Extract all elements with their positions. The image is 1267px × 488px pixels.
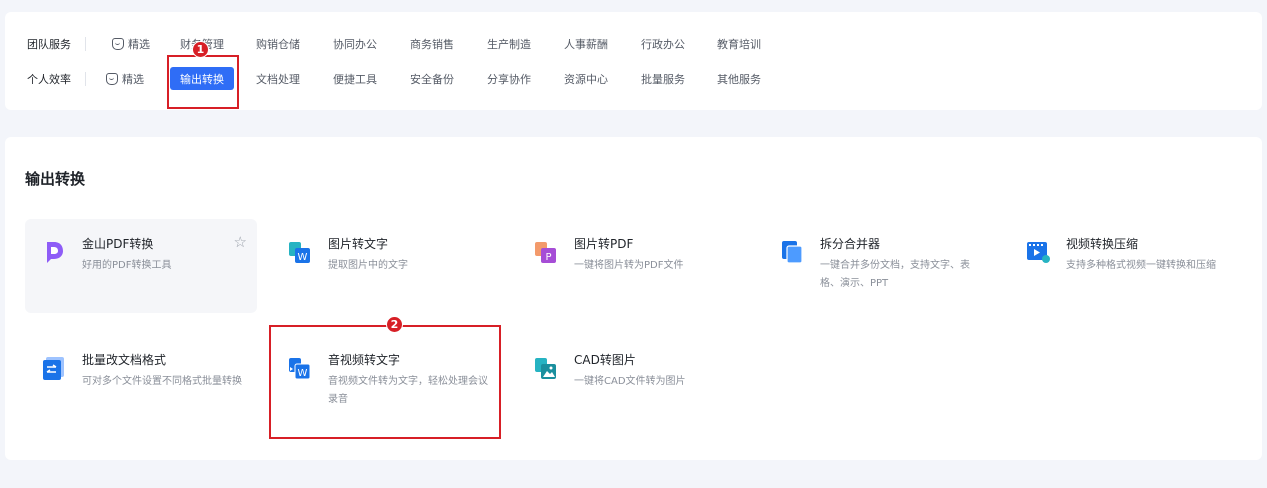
category-nav-card: 团队服务 精选 财务管理 购销仓储 协同办公 商务销售 生产制造 人事薪酬 行政…: [5, 12, 1262, 110]
tool-name: 视频转换压缩: [1066, 237, 1139, 251]
personal-efficiency-label: 个人效率: [27, 73, 71, 86]
tool-card-kingsoft-pdf[interactable]: 金山PDF转换 好用的PDF转换工具 ☆: [25, 219, 257, 313]
row-divider: [85, 72, 86, 86]
nav-output-convert[interactable]: 输出转换: [170, 67, 234, 90]
annotation-badge-2: 2: [386, 316, 403, 333]
favorite-star-icon[interactable]: ☆: [234, 233, 247, 251]
tool-card-split-merge[interactable]: 拆分合并器 一键合并多份文档，支持文字、表格、演示、PPT: [763, 219, 995, 313]
cad-to-image-icon: [535, 358, 556, 379]
tool-name: 批量改文档格式: [82, 353, 167, 367]
personal-efficiency-row: 个人效率 精选 输出转换 文档处理 便捷工具 安全备份 分享协作 资源中心 批量…: [5, 67, 1262, 91]
nav-team-featured-label: 精选: [128, 38, 150, 51]
nav-share-collab[interactable]: 分享协作: [487, 71, 531, 87]
nav-convenient-tools[interactable]: 便捷工具: [333, 71, 377, 87]
row-divider: [85, 37, 86, 51]
nav-resource-center[interactable]: 资源中心: [564, 71, 608, 87]
tool-name: 金山PDF转换: [82, 237, 154, 251]
tool-desc: 支持多种格式视频一键转换和压缩: [1066, 260, 1216, 271]
tool-name: 图片转PDF: [574, 237, 634, 251]
tool-card-batch-format[interactable]: 批量改文档格式 可对多个文件设置不同格式批量转换: [25, 335, 257, 429]
nav-collaboration[interactable]: 协同办公: [333, 36, 377, 52]
annotation-badge-1: 1: [192, 41, 209, 58]
tool-desc: 提取图片中的文字: [328, 260, 408, 271]
tool-name: 拆分合并器: [820, 237, 881, 251]
tool-desc: 好用的PDF转换工具: [82, 260, 172, 271]
nav-administration[interactable]: 行政办公: [641, 36, 685, 52]
tool-name: CAD转图片: [574, 353, 636, 367]
section-title: 输出转换: [25, 170, 86, 188]
batch-format-icon: [43, 357, 64, 380]
tool-card-video-convert[interactable]: 视频转换压缩 支持多种格式视频一键转换和压缩: [1009, 219, 1241, 313]
svg-text:W: W: [298, 252, 308, 263]
nav-personal-featured-label: 精选: [122, 73, 144, 86]
video-convert-icon: [1027, 242, 1050, 263]
nav-security-backup[interactable]: 安全备份: [410, 71, 454, 87]
output-convert-section: 输出转换 金山PDF转换 好用的PDF转换工具 ☆ W 图片转文字 提取图片中的…: [5, 137, 1262, 460]
nav-personal-featured[interactable]: 精选: [106, 71, 144, 87]
tool-desc: 可对多个文件设置不同格式批量转换: [82, 376, 242, 387]
tool-name: 音视频转文字: [328, 353, 401, 367]
nav-hr-payroll[interactable]: 人事薪酬: [564, 36, 608, 52]
tool-desc: 音视频文件转为文字，轻松处理会议录音: [328, 376, 488, 405]
audio-video-to-text-icon: W: [289, 358, 311, 380]
nav-batch-service[interactable]: 批量服务: [641, 71, 685, 87]
nav-team-featured[interactable]: 精选: [112, 36, 150, 52]
nav-manufacturing[interactable]: 生产制造: [487, 36, 531, 52]
tool-card-audio-video-to-text[interactable]: W 音视频转文字 音视频文件转为文字，轻松处理会议录音: [271, 335, 503, 429]
nav-purchase-storage[interactable]: 购销仓储: [256, 36, 300, 52]
tool-card-image-to-text[interactable]: W 图片转文字 提取图片中的文字: [271, 219, 503, 313]
tool-desc: 一键将图片转为PDF文件: [574, 260, 684, 271]
shopping-bag-icon: [106, 73, 118, 85]
kingsoft-pdf-icon: [47, 242, 63, 263]
split-merge-icon: [782, 241, 803, 264]
nav-other-services[interactable]: 其他服务: [717, 71, 761, 87]
team-services-label: 团队服务: [27, 38, 71, 51]
nav-doc-processing[interactable]: 文档处理: [256, 71, 300, 87]
tool-desc: 一键合并多份文档，支持文字、表格、演示、PPT: [820, 260, 970, 289]
tool-card-cad-to-image[interactable]: CAD转图片 一键将CAD文件转为图片: [517, 335, 749, 429]
svg-text:W: W: [298, 368, 308, 379]
tool-name: 图片转文字: [328, 237, 389, 251]
image-to-pdf-icon: P: [535, 242, 556, 263]
nav-education[interactable]: 教育培训: [717, 36, 761, 52]
nav-business-sales[interactable]: 商务销售: [410, 36, 454, 52]
image-to-text-icon: W: [289, 242, 310, 263]
tool-desc: 一键将CAD文件转为图片: [574, 376, 686, 387]
svg-text:P: P: [545, 252, 551, 263]
shopping-bag-icon: [112, 38, 124, 50]
tool-card-image-to-pdf[interactable]: P 图片转PDF 一键将图片转为PDF文件: [517, 219, 749, 313]
